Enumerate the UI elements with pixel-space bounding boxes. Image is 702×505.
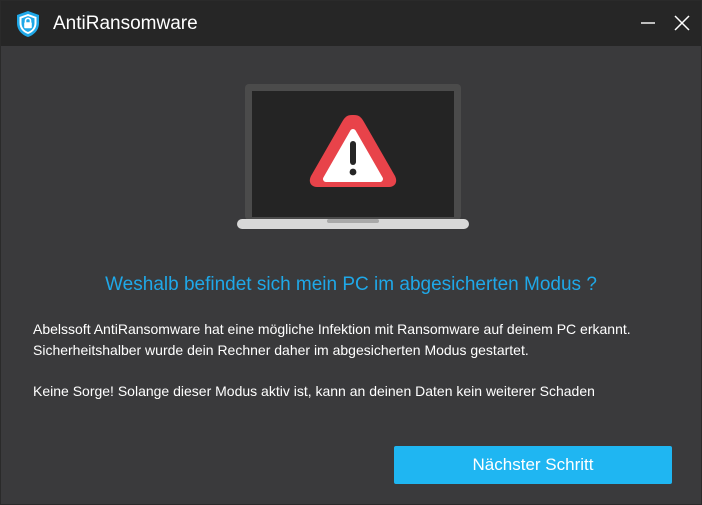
info-line: Abelssoft AntiRansomware hat eine möglic… [33, 321, 631, 337]
app-window: AntiRansomware Weshalb befindet sich mei… [0, 0, 702, 505]
reassurance-paragraph: Keine Sorge! Solange dieser Modus aktiv … [33, 383, 595, 399]
info-line: Sicherheitshalber wurde dein Rechner dah… [33, 342, 529, 358]
shield-lock-icon [17, 11, 39, 37]
title-bar[interactable]: AntiRansomware [1, 1, 701, 46]
minimize-button[interactable] [633, 9, 663, 37]
info-paragraph: Abelssoft AntiRansomware hat eine möglic… [33, 319, 683, 361]
headline: Weshalb befindet sich mein PC im abgesic… [105, 274, 597, 295]
next-step-button[interactable]: Nächster Schritt [394, 446, 672, 484]
app-title: AntiRansomware [53, 13, 198, 34]
laptop-warning-illustration [237, 84, 469, 229]
minimize-icon [641, 22, 655, 24]
close-icon [674, 15, 690, 31]
close-button[interactable] [667, 9, 697, 37]
